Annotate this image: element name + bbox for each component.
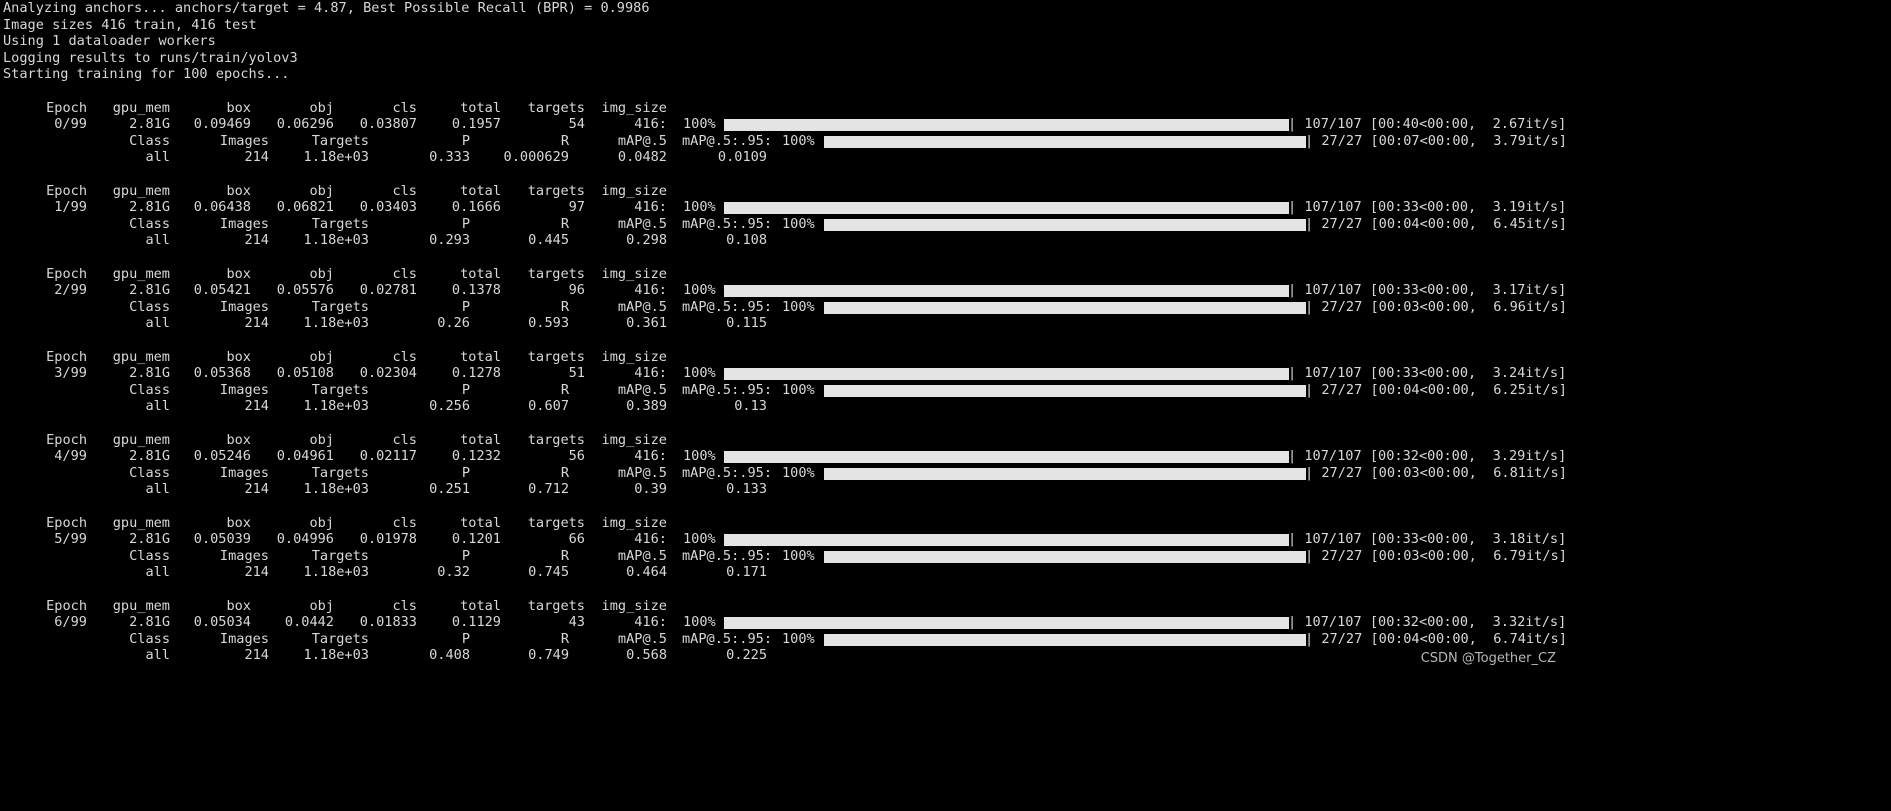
train-progress-stats: | 107/107 [00:40<00:00, 2.67it/s] bbox=[1288, 116, 1567, 133]
val-progress-bar bbox=[824, 301, 1306, 314]
val-cell: 0.133 bbox=[726, 481, 767, 498]
csdn-watermark: CSDN @Together_CZ bbox=[1420, 651, 1556, 666]
val-progress-stats: | 27/27 [00:04<00:00, 6.74it/s] bbox=[1305, 630, 1567, 647]
val-progress-percent: 100% bbox=[782, 464, 815, 481]
train-progress-stats: | 107/107 [00:33<00:00, 3.18it/s] bbox=[1288, 531, 1567, 548]
train-header-cell: img_size bbox=[601, 514, 667, 531]
train-header-cell: img_size bbox=[601, 597, 667, 614]
val-cell: 0.13 bbox=[734, 398, 767, 415]
train-progress-stats: | 107/107 [00:32<00:00, 3.29it/s] bbox=[1288, 448, 1567, 465]
train-cell: 416: bbox=[634, 365, 667, 382]
train-header-cell: img_size bbox=[601, 431, 667, 448]
train-progress-stats: | 107/107 [00:32<00:00, 3.32it/s] bbox=[1288, 614, 1567, 631]
val-header-cell: mAP@.5:.95: bbox=[682, 547, 773, 564]
train-progress-percent: 100% bbox=[683, 614, 716, 631]
train-progress-bar bbox=[724, 451, 1289, 464]
train-progress-stats: | 107/107 [00:33<00:00, 3.24it/s] bbox=[1288, 365, 1567, 382]
val-progress-stats: | 27/27 [00:03<00:00, 6.96it/s] bbox=[1305, 298, 1567, 315]
train-header-cell: img_size bbox=[601, 99, 667, 116]
train-header-cell: img_size bbox=[601, 182, 667, 199]
val-progress-bar bbox=[824, 135, 1306, 148]
train-progress-stats: | 107/107 [00:33<00:00, 3.19it/s] bbox=[1288, 199, 1567, 216]
val-cell: 0.225 bbox=[726, 647, 767, 664]
val-header-cell: mAP@.5 bbox=[617, 630, 667, 647]
train-cell: 416: bbox=[634, 282, 667, 299]
train-progress-bar bbox=[724, 202, 1289, 215]
train-cell: 416: bbox=[634, 199, 667, 216]
train-cell: 416: bbox=[634, 448, 667, 465]
train-progress-percent: 100% bbox=[683, 199, 716, 216]
val-progress-stats: | 27/27 [00:07<00:00, 3.79it/s] bbox=[1305, 132, 1567, 149]
val-progress-bar bbox=[824, 384, 1306, 397]
val-header-cell: mAP@.5 bbox=[617, 547, 667, 564]
val-progress-bar bbox=[824, 633, 1306, 646]
val-progress-percent: 100% bbox=[782, 215, 815, 232]
train-header-cell: img_size bbox=[601, 265, 667, 282]
log-line: Starting training for 100 epochs... bbox=[3, 66, 290, 83]
train-cell: 416: bbox=[634, 614, 667, 631]
val-header-cell: mAP@.5 bbox=[617, 464, 667, 481]
train-progress-percent: 100% bbox=[683, 531, 716, 548]
log-line: Logging results to runs/train/yolov3 bbox=[3, 49, 298, 66]
val-progress-percent: 100% bbox=[782, 298, 815, 315]
log-line: Analyzing anchors... anchors/target = 4.… bbox=[3, 0, 650, 16]
train-header-cell: img_size bbox=[601, 348, 667, 365]
train-progress-percent: 100% bbox=[683, 116, 716, 133]
val-progress-bar bbox=[824, 218, 1306, 231]
train-progress-percent: 100% bbox=[683, 365, 716, 382]
train-progress-stats: | 107/107 [00:33<00:00, 3.17it/s] bbox=[1288, 282, 1567, 299]
val-cell: 0.115 bbox=[726, 315, 767, 332]
val-progress-percent: 100% bbox=[782, 132, 815, 149]
val-progress-bar bbox=[824, 550, 1306, 563]
val-header-cell: mAP@.5 bbox=[617, 215, 667, 232]
train-progress-percent: 100% bbox=[683, 448, 716, 465]
train-progress-bar bbox=[724, 119, 1289, 132]
val-progress-stats: | 27/27 [00:03<00:00, 6.81it/s] bbox=[1305, 464, 1567, 481]
train-progress-bar bbox=[724, 285, 1289, 298]
val-progress-percent: 100% bbox=[782, 630, 815, 647]
log-line: Image sizes 416 train, 416 test bbox=[3, 16, 257, 33]
train-progress-percent: 100% bbox=[683, 282, 716, 299]
val-progress-stats: | 27/27 [00:03<00:00, 6.79it/s] bbox=[1305, 547, 1567, 564]
train-progress-bar bbox=[724, 534, 1289, 547]
val-progress-bar bbox=[824, 467, 1306, 480]
val-cell: 0.108 bbox=[726, 232, 767, 249]
train-progress-bar bbox=[724, 368, 1289, 381]
val-header-cell: mAP@.5:.95: bbox=[682, 381, 773, 398]
val-header-cell: mAP@.5:.95: bbox=[682, 630, 773, 647]
val-progress-percent: 100% bbox=[782, 381, 815, 398]
val-progress-percent: 100% bbox=[782, 547, 815, 564]
val-header-cell: mAP@.5:.95: bbox=[682, 215, 773, 232]
val-header-cell: mAP@.5:.95: bbox=[682, 298, 773, 315]
val-cell: 0.171 bbox=[726, 564, 767, 581]
val-header-cell: mAP@.5 bbox=[617, 132, 667, 149]
val-progress-stats: | 27/27 [00:04<00:00, 6.45it/s] bbox=[1305, 215, 1567, 232]
log-line: Using 1 dataloader workers bbox=[3, 33, 216, 50]
val-progress-stats: | 27/27 [00:04<00:00, 6.25it/s] bbox=[1305, 381, 1567, 398]
val-cell: 0.0109 bbox=[717, 149, 767, 166]
train-cell: 416: bbox=[634, 116, 667, 133]
val-header-cell: mAP@.5:.95: bbox=[682, 464, 773, 481]
val-header-cell: mAP@.5:.95: bbox=[682, 132, 773, 149]
terminal-output: Analyzing anchors... anchors/target = 4.… bbox=[0, 0, 1568, 672]
train-progress-bar bbox=[724, 617, 1289, 630]
train-cell: 416: bbox=[634, 531, 667, 548]
val-header-cell: mAP@.5 bbox=[617, 381, 667, 398]
val-header-cell: mAP@.5 bbox=[617, 298, 667, 315]
